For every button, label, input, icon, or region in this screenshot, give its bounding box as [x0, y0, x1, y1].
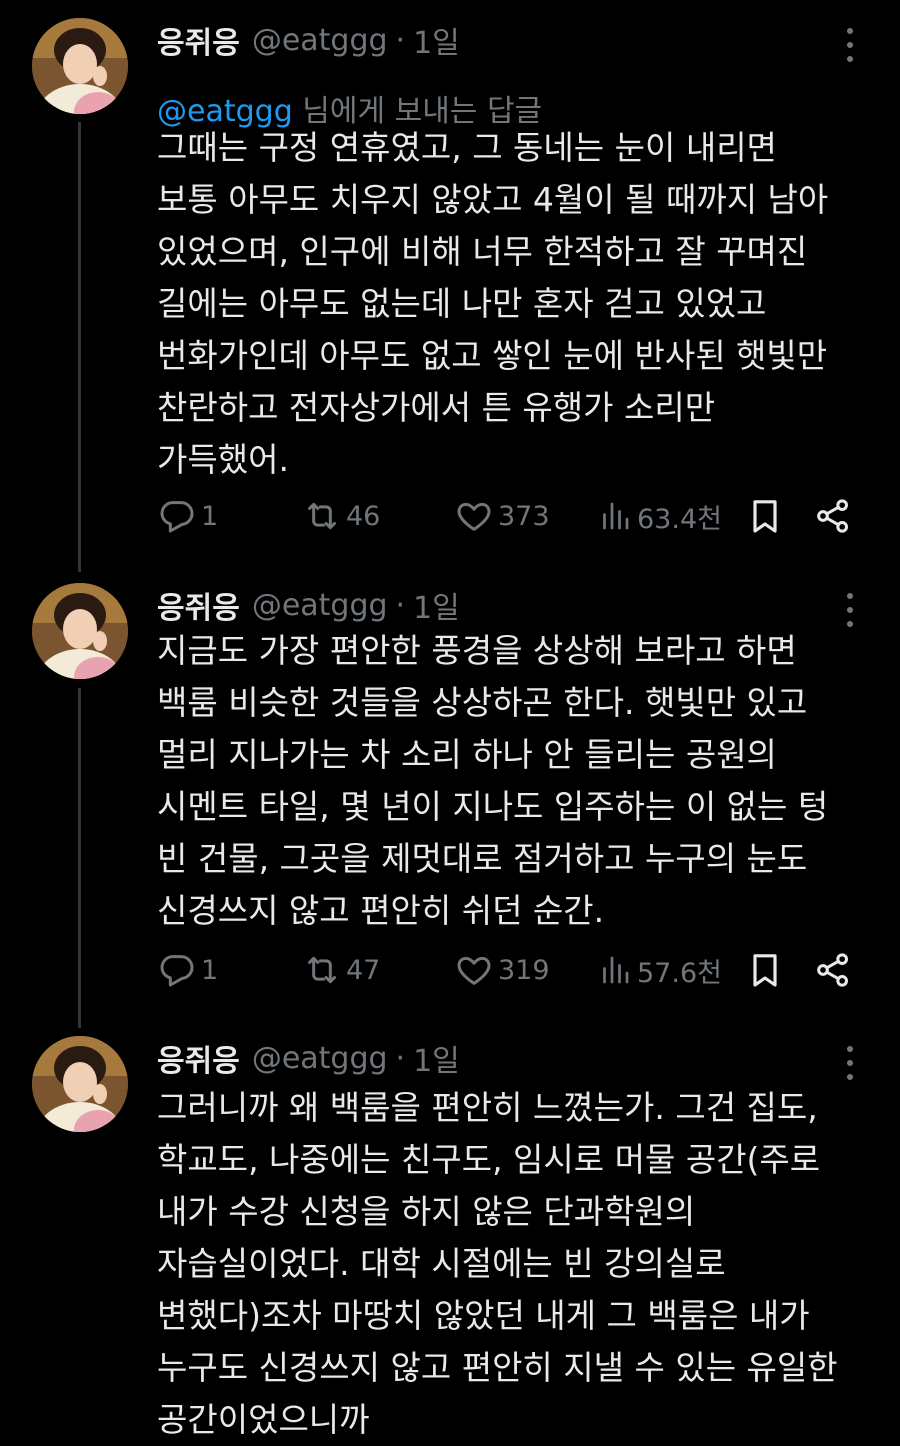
share-icon [817, 953, 848, 987]
reply-button[interactable]: 1 [157, 948, 218, 992]
share-icon [817, 499, 848, 533]
views-button[interactable]: 63.4천 [597, 494, 722, 538]
reply-icon [160, 955, 194, 987]
share-button[interactable] [813, 494, 853, 538]
repost-count: 47 [346, 954, 381, 986]
reply-icon [160, 501, 194, 533]
views-count: 57.6천 [637, 957, 722, 989]
repost-button[interactable]: 46 [302, 494, 380, 538]
user-handle[interactable]: @eatggg [252, 1041, 388, 1076]
tweet-text: 그러니까 왜 백룸을 편안히 느꼈는가. 그건 집도, 학교도, 나중에는 친구… [157, 1088, 838, 1439]
timestamp[interactable]: 1일 [413, 1036, 460, 1080]
reply-count: 1 [201, 954, 219, 986]
separator: · [395, 22, 406, 58]
heart-icon [457, 502, 491, 531]
reply-button[interactable]: 1 [157, 494, 218, 538]
repost-icon [308, 502, 336, 530]
repost-count: 46 [346, 500, 381, 532]
display-name[interactable]: 응쥐응 [157, 583, 240, 627]
display-name[interactable]: 응쥐응 [157, 18, 240, 62]
bookmark-button[interactable] [745, 494, 785, 538]
bookmark-button[interactable] [745, 948, 785, 992]
tweet-text: 그때는 구정 연휴였고, 그 동네는 눈이 내리면 보통 아무도 치우지 않았고… [157, 128, 829, 479]
action-bar: 1 46 373 63.4천 [157, 494, 857, 538]
action-bar: 1 47 319 57.6천 [157, 948, 857, 992]
separator: · [395, 587, 406, 623]
avatar[interactable] [32, 18, 128, 114]
views-count: 63.4천 [637, 503, 722, 535]
like-count: 319 [498, 954, 550, 986]
reply-count: 1 [201, 500, 219, 532]
like-button[interactable]: 373 [454, 494, 550, 538]
tweet[interactable]: 응쥐응 @eatggg · 1일 @eatggg 님에게 보내는 답글 그때는 … [0, 18, 900, 548]
display-name[interactable]: 응쥐응 [157, 1036, 240, 1080]
separator: · [395, 1040, 406, 1076]
repost-button[interactable]: 47 [302, 948, 380, 992]
share-button[interactable] [813, 948, 853, 992]
more-icon[interactable] [838, 593, 862, 627]
avatar[interactable] [32, 1036, 128, 1132]
like-count: 373 [498, 500, 550, 532]
tweet[interactable]: 응쥐응 @eatggg · 1일 지금도 가장 편안한 풍경을 상상해 보라고 … [0, 583, 900, 1003]
bookmark-icon [753, 954, 777, 987]
more-icon[interactable] [838, 1046, 862, 1080]
tweet-header: 응쥐응 @eatggg · 1일 [157, 1036, 460, 1080]
views-icon [603, 956, 629, 984]
more-icon[interactable] [838, 28, 862, 62]
repost-icon [308, 956, 336, 984]
like-button[interactable]: 319 [454, 948, 550, 992]
user-handle[interactable]: @eatggg [252, 588, 388, 623]
timestamp[interactable]: 1일 [413, 583, 460, 627]
tweet[interactable]: 응쥐응 @eatggg · 1일 그러니까 왜 백룸을 편안히 느꼈는가. 그건… [0, 1036, 900, 1439]
timestamp[interactable]: 1일 [413, 18, 460, 62]
tweet-header: 응쥐응 @eatggg · 1일 [157, 583, 460, 627]
views-icon [603, 502, 629, 530]
avatar[interactable] [32, 583, 128, 679]
tweet-text: 지금도 가장 편안한 풍경을 상상해 보라고 하면 백룸 비슷한 것들을 상상하… [157, 631, 829, 930]
heart-icon [457, 956, 491, 985]
tweet-header: 응쥐응 @eatggg · 1일 [157, 18, 460, 62]
user-handle[interactable]: @eatggg [252, 23, 388, 58]
views-button[interactable]: 57.6천 [597, 948, 722, 992]
bookmark-icon [753, 500, 777, 533]
